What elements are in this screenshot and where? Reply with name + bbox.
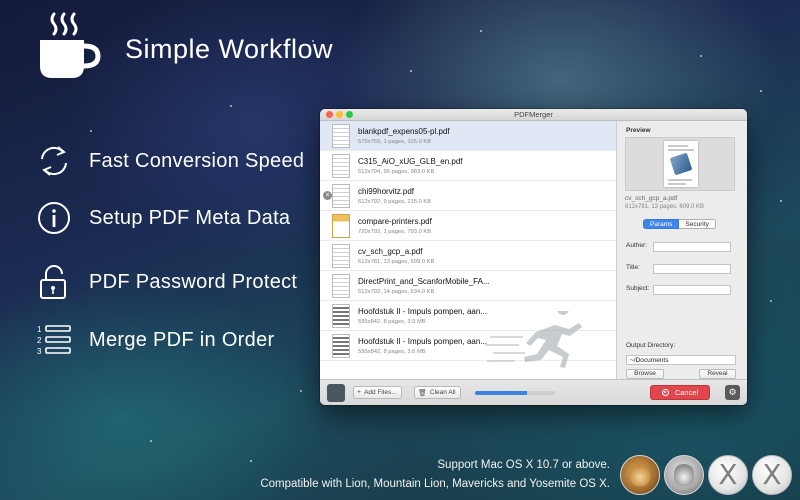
file-meta: 720x792, 1 pages, 793.0 KB [358,229,432,235]
author-label: Auther: [626,242,647,249]
file-row[interactable]: C315_AiO_xUG_GLB_en.pdf 612x794, 95 page… [320,151,616,181]
open-lock-icon [40,265,66,299]
feature-label: PDF Password Protect [89,270,298,293]
file-meta: 612x781, 13 pages, 609.0 KB [358,259,435,265]
yosemite-badge: X [752,455,792,495]
mavericks-badge: X [708,455,748,495]
tab-params[interactable]: Params [643,219,680,229]
param-tabs: Params Security [643,219,716,229]
feature-fast-conversion: Fast Conversion Speed [36,141,304,181]
preview-box [625,137,735,191]
svg-text:3: 3 [37,347,42,356]
file-meta: 595x842, 8 pages, 3.6 MB [358,349,426,355]
file-name: chi99horvitz.pdf [358,187,415,196]
remove-file-button[interactable]: × [323,191,332,200]
plus-icon: + [357,389,362,396]
feature-label: Fast Conversion Speed [89,149,305,172]
pdf-thumbnail [332,184,350,208]
svg-text:1: 1 [37,325,42,334]
lion-badge [620,455,660,495]
title-field[interactable] [653,264,731,274]
file-list[interactable]: blankpdf_expens05-pl.pdf 576x759, 1 page… [320,121,616,379]
pdf-thumbnail [332,214,350,238]
cancel-label: Cancel [674,388,699,397]
trash-icon: 🗑 [418,389,427,397]
file-name: cv_sch_gcp_a.pdf [358,247,423,256]
add-files-label: Add Files... [364,389,397,396]
lion-icon [630,464,650,486]
svg-text:2: 2 [37,336,42,345]
preview-page-thumbnail [664,141,698,187]
file-name: blankpdf_expens05-pl.pdf [358,127,450,136]
file-row[interactable]: compare-printers.pdf 720x792, 1 pages, 7… [320,211,616,241]
file-name: Hoofdstuk II - Impuls pompen, aan... [358,307,487,316]
reveal-button[interactable]: Reveal [699,369,736,379]
pdf-thumbnail [332,304,350,328]
coffee-cup-icon [40,12,101,78]
stop-icon [661,389,669,396]
pdf-thumbnail [332,124,350,148]
file-meta: 612x794, 95 pages, 983.0 KB [358,169,435,175]
feature-merge-order: 1 2 3 Merge PDF in Order [36,320,274,360]
numbered-list-icon: 1 2 3 [37,325,71,356]
subject-field[interactable] [653,285,731,295]
file-name: DirectPrint_and_ScanforMobile_FA... [358,277,490,286]
file-row[interactable]: DirectPrint_and_ScanforMobile_FA... 612x… [320,271,616,301]
hero-title: Simple Workflow [125,34,334,64]
app-logo-icon [327,384,345,402]
clear-all-button[interactable]: 🗑 Clean All [414,386,461,399]
file-name: Hoofdstuk II - Impuls pompen, aan... [358,337,487,346]
pdf-thumbnail [332,274,350,298]
clear-all-label: Clean All [429,389,456,396]
output-directory-field[interactable]: ~/Documents [626,355,736,365]
feature-password-protect: PDF Password Protect [36,262,297,302]
runner-watermark-icon [485,311,582,368]
preview-label: Preview [626,127,651,134]
sync-arrows-icon [41,146,67,176]
file-meta: 612x792, 14 pages, 534.0 KB [358,289,435,295]
side-panel: Preview cv_sch_gcp_a.pdf 612x781, 13 pag… [616,121,747,379]
tab-security[interactable]: Security [679,219,716,229]
browse-button[interactable]: Browse [626,369,664,379]
feature-label: Merge PDF in Order [89,328,275,351]
pdf-thumbnail [332,334,350,358]
file-meta: 576x759, 1 pages, 105.0 KB [358,139,432,145]
gear-icon[interactable]: ⚙ [725,385,740,400]
progress-fill [475,391,527,395]
cancel-button[interactable]: Cancel [650,385,710,400]
preview-file-meta: 612x781, 13 pages, 609.0 KB [625,204,705,210]
author-field[interactable] [653,242,731,252]
pdfmerger-window: PDFMerger blankpdf_expens05-pl.pdf 576x7… [320,109,747,405]
file-meta: 595x842, 8 pages, 3.9 MB [358,319,426,325]
bottom-toolbar: + Add Files... 🗑 Clean All Cancel ⚙ [320,379,747,405]
add-files-button[interactable]: + Add Files... [353,386,402,399]
compatibility-text: Compatible with Lion, Mountain Lion, Mav… [260,478,610,490]
file-name: C315_AiO_xUG_GLB_en.pdf [358,157,463,166]
preview-file-name: cv_sch_gcp_a.pdf [625,195,678,202]
title-bar[interactable]: PDFMerger [320,109,747,121]
file-meta: 612x792, 9 pages, 215.0 KB [358,199,432,205]
mountain-lion-icon [674,464,694,486]
file-row[interactable]: blankpdf_expens05-pl.pdf 576x759, 1 page… [320,121,616,151]
info-icon [38,202,70,234]
file-row[interactable]: × chi99horvitz.pdf 612x792, 9 pages, 215… [320,181,616,211]
feature-label: Setup PDF Meta Data [89,206,291,229]
pdf-thumbnail [332,154,350,178]
title-label: Title: [626,264,640,271]
file-row[interactable]: cv_sch_gcp_a.pdf 612x781, 13 pages, 609.… [320,241,616,271]
progress-bar [475,391,555,395]
pdf-thumbnail [332,244,350,268]
feature-meta-data: Setup PDF Meta Data [36,198,290,238]
subject-label: Subject: [626,285,650,292]
file-name: compare-printers.pdf [358,217,432,226]
window-title: PDFMerger [514,110,553,119]
support-text: Support Mac OS X 10.7 or above. [437,459,610,471]
mountain-lion-badge [664,455,704,495]
output-directory-label: Output Directory: [626,342,676,349]
